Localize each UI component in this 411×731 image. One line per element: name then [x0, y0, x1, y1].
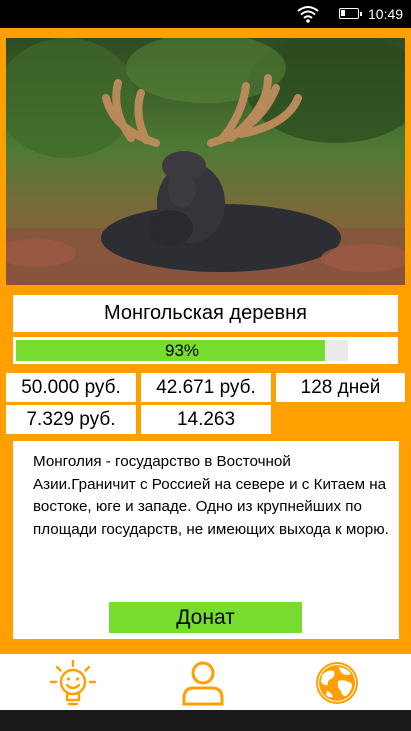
lightbulb-icon[interactable] [48, 658, 98, 708]
place-photo [6, 38, 405, 285]
status-time: 10:49 [368, 6, 404, 22]
main-content: Монгольская деревня 93% 50.000 руб. 42.6… [0, 28, 411, 654]
system-navigation-bar [0, 710, 411, 731]
wifi-icon [297, 6, 319, 23]
donate-button[interactable]: Донат [109, 602, 302, 633]
globe-icon[interactable] [312, 658, 362, 708]
description-text: Монголия - государство в Восточной Азии.… [33, 453, 389, 538]
description-card: Монголия - государство в Восточной Азии.… [13, 441, 399, 639]
stat-count: 14.263 [141, 405, 271, 434]
person-icon[interactable] [178, 658, 228, 708]
bottom-nav [0, 654, 411, 710]
progress-bar: 93% [13, 337, 398, 364]
stat-days: 128 дней [276, 373, 405, 402]
place-title: Монгольская деревня [13, 295, 398, 332]
progress-label: 93% [164, 341, 200, 360]
stat-collected: 42.671 руб. [141, 373, 271, 402]
stat-goal: 50.000 руб. [6, 373, 136, 402]
battery-icon [339, 8, 362, 19]
stat-remaining: 7.329 руб. [6, 405, 136, 434]
status-bar: 10:49 [0, 0, 411, 28]
